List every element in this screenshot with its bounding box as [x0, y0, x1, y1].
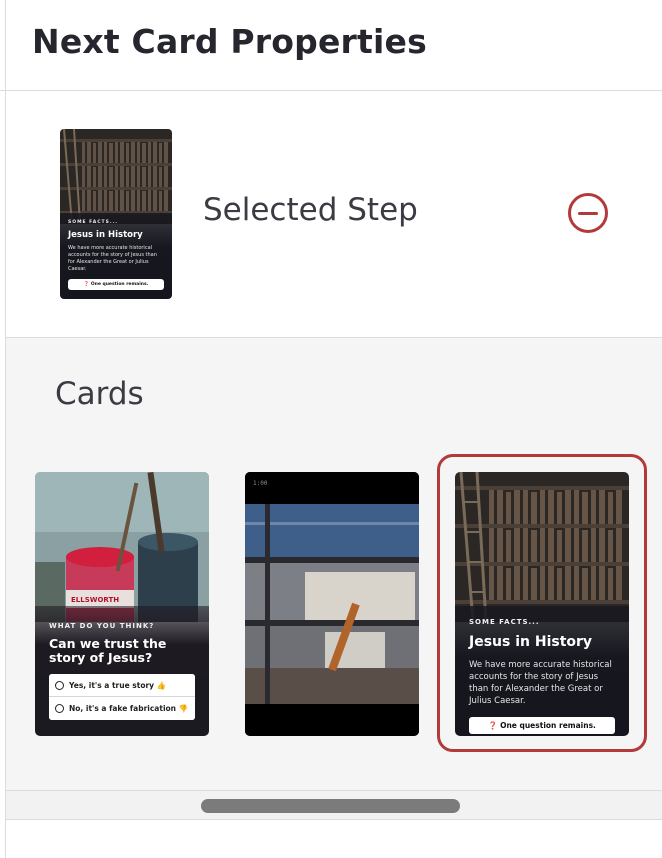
one-question-label: One question remains.: [500, 721, 596, 730]
fact-title: Jesus in History: [469, 634, 593, 650]
card-video[interactable]: 1:00: [245, 472, 419, 736]
library-bookshelf-image: [60, 129, 172, 224]
poll-option-no[interactable]: No, it's a fake fabrication 👎: [49, 697, 195, 720]
poll-option-yes[interactable]: Yes, it's a true story 👍: [49, 674, 195, 697]
radio-icon: [55, 704, 64, 713]
panel-title: Next Card Properties: [32, 22, 427, 61]
horizontal-scrollbar[interactable]: [6, 790, 662, 820]
card-poll[interactable]: ELLSWORTH WHAT DO YOU THINK? Can we trus…: [35, 472, 209, 736]
video-timestamp: 1:00: [253, 480, 268, 487]
poll-option-label: Yes, it's a true story 👍: [69, 681, 167, 690]
thumbnail-button-label: One question remains.: [90, 282, 149, 287]
poll-options: Yes, it's a true story 👍 No, it's a fake…: [49, 674, 195, 720]
fact-kicker: SOME FACTS...: [469, 618, 540, 626]
card-fact[interactable]: SOME FACTS... Jesus in History We have m…: [455, 472, 629, 736]
cards-section: Cards ELLSWORTH WHAT DO YOU THINK? Can w…: [6, 338, 662, 790]
poll-option-label: No, it's a fake fabrication 👎: [69, 704, 188, 713]
fact-text-overlay: SOME FACTS... Jesus in History We have m…: [455, 606, 629, 736]
poll-kicker: WHAT DO YOU THINK?: [49, 622, 155, 630]
can-label: ELLSWORTH: [71, 596, 119, 604]
thumbnail-title: Jesus in History: [68, 230, 143, 240]
minus-circle-icon[interactable]: [568, 193, 608, 233]
next-card-properties-panel: Next Card Properties SOME FACTS... Jesus…: [5, 0, 662, 858]
thumbnail-question-button: ❓ One question remains.: [68, 279, 164, 290]
panel-header: Next Card Properties: [6, 0, 662, 91]
thumbnail-text-overlay: SOME FACTS... Jesus in History We have m…: [60, 213, 172, 299]
library-bookshelf-image: [455, 472, 629, 622]
paint-cans-image: ELLSWORTH: [35, 472, 209, 622]
scrollbar-thumb[interactable]: [201, 799, 460, 813]
one-question-button[interactable]: ❓ One question remains.: [469, 717, 615, 734]
poll-title: Can we trust the story of Jesus?: [49, 636, 167, 665]
warehouse-shelf-video-frame: [245, 472, 419, 736]
cards-heading: Cards: [55, 376, 144, 412]
selected-step-label: Selected Step: [203, 192, 418, 228]
question-circle-icon: ❓: [83, 282, 90, 287]
selected-step-thumbnail[interactable]: SOME FACTS... Jesus in History We have m…: [60, 129, 172, 299]
thumbnail-kicker: SOME FACTS...: [68, 220, 118, 225]
fact-body: We have more accurate historical account…: [469, 660, 612, 706]
selected-step-row: SOME FACTS... Jesus in History We have m…: [6, 91, 662, 338]
question-circle-icon: ❓: [488, 721, 498, 730]
radio-icon: [55, 681, 64, 690]
thumbnail-body: We have more accurate historical account…: [68, 245, 157, 272]
